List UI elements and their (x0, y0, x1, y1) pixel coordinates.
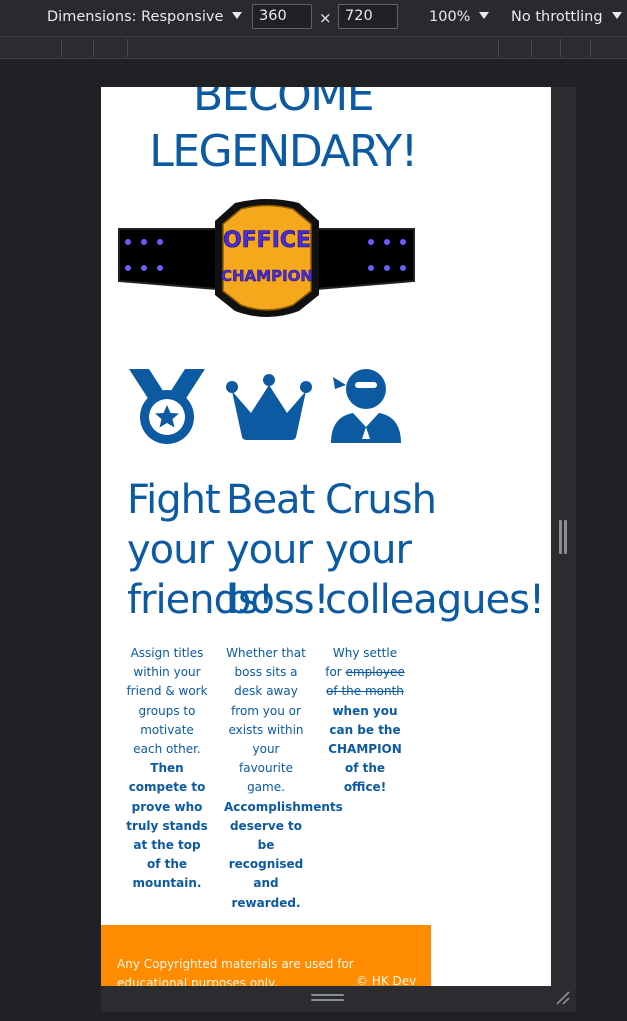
media-query-segment[interactable] (127, 39, 128, 57)
height-input[interactable]: 720 (338, 4, 398, 29)
dimensions-label: Dimensions: Responsive (47, 9, 224, 25)
throttling-label: No throttling (511, 9, 603, 25)
device-toolbar: Dimensions: Responsive 360 × 720 100% No… (0, 0, 627, 37)
chevron-down-icon (479, 12, 490, 19)
description-emphasis: Then compete to prove who truly stands a… (126, 761, 208, 891)
medal-icon (129, 369, 205, 444)
zoom-dropdown[interactable]: 100% (429, 0, 490, 35)
feature-title-crush: Crush your colleagues! (325, 477, 545, 623)
right-resize-handle[interactable] (557, 520, 569, 554)
emulated-viewport: BECOME LEGENDARY! OFFICE CHAMPION Fight … (101, 87, 551, 986)
office-champion-belt-image: OFFICE CHAMPION (118, 199, 415, 317)
crown-icon (226, 374, 312, 440)
bottom-resize-handle[interactable] (311, 994, 344, 1004)
media-query-segment[interactable] (61, 39, 62, 57)
feature-title-beat: Beat your boss! (226, 477, 330, 623)
throttling-dropdown[interactable]: No throttling (511, 0, 622, 35)
dimensions-dropdown[interactable]: Dimensions: Responsive (47, 0, 243, 35)
media-query-bar (0, 37, 627, 59)
description-text: Assign titles within your friend & work … (126, 646, 208, 757)
feature-description-beat: Whether that boss sits a desk away from … (212, 644, 343, 913)
media-query-segment[interactable] (93, 39, 94, 57)
feature-description-fight: Assign titles within your friend & work … (125, 644, 209, 894)
media-query-segment[interactable] (531, 39, 532, 57)
belt-text-top: OFFICE (223, 228, 311, 253)
page-footer: Any Copyrighted materials are used for e… (101, 925, 431, 986)
corner-resize-icon[interactable] (555, 990, 571, 1006)
width-input[interactable]: 360 (252, 4, 312, 29)
description-emphasis: when you can be the CHAMPION of the offi… (328, 703, 402, 795)
media-query-segment[interactable] (590, 39, 591, 57)
heading-line-1: BECOME (192, 87, 375, 121)
ninja-icon (331, 369, 401, 443)
feature-description-crush: Why settle for employee of the month whe… (323, 644, 407, 798)
page-title: BECOME LEGENDARY! (113, 87, 453, 180)
belt-text-bottom: CHAMPION (221, 267, 313, 285)
description-text: Whether that boss sits a desk away from … (226, 646, 306, 795)
media-query-segment[interactable] (560, 39, 561, 57)
chevron-down-icon (611, 12, 622, 19)
description-emphasis: Accomplishments deserve to be recognised… (224, 799, 343, 910)
footer-copyright: © HK Dev (356, 974, 417, 986)
chevron-down-icon (232, 12, 243, 19)
media-query-segment[interactable] (498, 39, 499, 57)
zoom-label: 100% (429, 9, 471, 25)
heading-line-2: LEGENDARY! (149, 126, 418, 177)
times-symbol: × (319, 9, 332, 27)
